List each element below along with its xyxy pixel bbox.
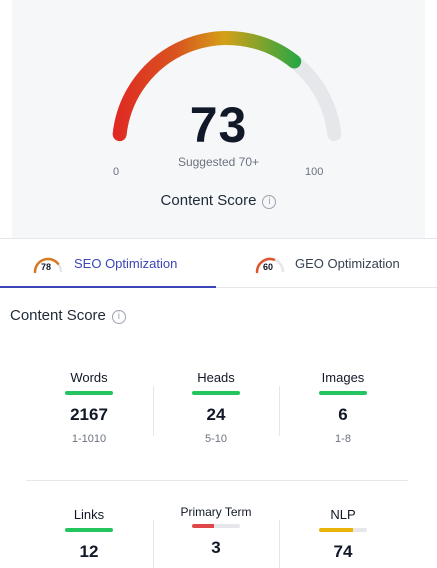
metric-nlp: NLP 74 — [278, 507, 408, 562]
geo-score: 60 — [263, 262, 274, 272]
metric-label: Links — [73, 507, 105, 522]
metric-value: 3 — [211, 538, 221, 557]
column-divider — [279, 520, 280, 568]
column-divider — [279, 386, 280, 436]
column-divider — [153, 386, 154, 436]
metric-progress-fill — [319, 528, 353, 532]
suggested-score: Suggested 70+ — [177, 155, 260, 169]
seo-score: 78 — [41, 262, 52, 272]
metric-primary-term: Primary Term 3 — [151, 505, 281, 558]
metric-label: Heads — [197, 370, 235, 385]
gauge-max-label: 100 — [305, 166, 324, 178]
metric-progress-bar — [319, 391, 367, 395]
column-divider — [153, 520, 154, 568]
info-icon[interactable]: i — [262, 195, 277, 209]
tab-seo-optimization[interactable]: 78 SEO Optimization — [0, 239, 216, 288]
section-title-text: Content Score — [10, 307, 106, 324]
tab-geo-optimization[interactable]: 60 GEO Optimization — [216, 239, 437, 288]
score-value: 73 — [189, 97, 248, 153]
metric-progress-fill — [65, 391, 113, 395]
metric-progress-fill — [192, 391, 240, 395]
metric-progress-fill — [319, 391, 367, 395]
metric-heads: Heads 24 5-10 — [151, 370, 281, 445]
metric-progress-fill — [192, 524, 214, 528]
card-title: Content Score i — [12, 192, 425, 209]
section-title: Content Score i — [10, 307, 126, 324]
metric-label: Images — [321, 370, 365, 385]
metric-range: 1-1010 — [71, 433, 107, 445]
metric-images: Images 6 1-8 — [278, 370, 408, 445]
optimization-tabs: 78 SEO Optimization 60 GEO Optimization — [0, 238, 437, 288]
metric-label: Primary Term — [180, 505, 252, 519]
metric-value: 2167 — [70, 405, 108, 424]
metric-label: Words — [70, 370, 108, 385]
content-score-card: 73 Suggested 70+ 0 100 Content Score i — [12, 0, 425, 238]
card-title-text: Content Score — [160, 192, 257, 209]
metric-progress-fill — [65, 528, 113, 532]
metric-progress-bar — [65, 528, 113, 532]
metric-links: Links 12 — [24, 507, 154, 562]
metric-value: 24 — [206, 405, 226, 424]
tab-label: SEO Optimization — [74, 256, 178, 271]
gauge-min-label: 0 — [113, 166, 120, 178]
tab-label: GEO Optimization — [295, 256, 400, 271]
metric-progress-bar — [192, 391, 240, 395]
metric-progress-bar — [65, 391, 113, 395]
metric-value: 74 — [333, 542, 353, 561]
info-icon[interactable]: i — [111, 310, 126, 324]
metric-range: 5-10 — [204, 433, 228, 445]
metric-value: 6 — [338, 405, 348, 424]
metric-range: 1-8 — [335, 433, 351, 445]
metric-value: 12 — [79, 542, 99, 561]
row-divider — [26, 480, 408, 481]
metric-progress-bar — [192, 524, 240, 528]
metric-words: Words 2167 1-1010 — [24, 370, 154, 445]
metric-label: NLP — [330, 507, 356, 522]
metric-progress-bar — [319, 528, 367, 532]
